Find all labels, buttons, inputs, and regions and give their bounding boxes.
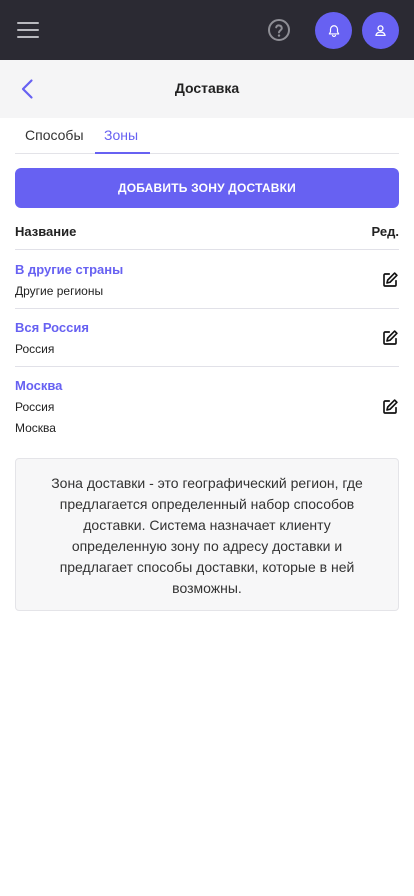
zone-name-link[interactable]: Москва <box>15 378 62 393</box>
zone-region: Россия <box>15 342 55 356</box>
top-bar <box>0 0 414 60</box>
profile-button[interactable] <box>362 12 399 49</box>
zone-name-link[interactable]: Вся Россия <box>15 320 89 335</box>
edit-icon[interactable] <box>381 271 399 289</box>
table-header: Название Ред. <box>15 224 399 250</box>
info-text: Зона доставки - это географический регио… <box>51 475 363 596</box>
tab-methods[interactable]: Способы <box>25 127 84 143</box>
table-row: Москва Россия Москва <box>15 367 399 441</box>
table-row: В другие страны Другие регионы <box>15 251 399 309</box>
tabs: Способы Зоны <box>15 118 399 154</box>
notifications-button[interactable] <box>315 12 352 49</box>
add-zone-button[interactable]: ДОБАВИТЬ ЗОНУ ДОСТАВКИ <box>15 168 399 208</box>
page-header: Доставка <box>0 60 414 118</box>
zone-name-link[interactable]: В другие страны <box>15 262 123 277</box>
zone-region: Другие регионы <box>15 284 104 298</box>
zone-region: Россия <box>15 400 55 414</box>
table-row: Вся Россия Россия <box>15 309 399 367</box>
edit-icon[interactable] <box>381 329 399 347</box>
help-icon[interactable] <box>267 18 291 42</box>
column-name-header: Название <box>15 224 77 239</box>
menu-icon[interactable] <box>17 20 41 40</box>
user-icon <box>375 25 386 37</box>
bell-icon <box>328 24 339 37</box>
column-edit-header: Ред. <box>371 224 399 239</box>
edit-icon[interactable] <box>381 398 399 416</box>
page-title: Доставка <box>174 80 240 96</box>
zone-city: Москва <box>15 421 56 435</box>
info-box: Зона доставки - это географический регио… <box>15 458 399 611</box>
tab-zones[interactable]: Зоны <box>104 127 138 143</box>
active-tab-indicator <box>95 152 150 154</box>
